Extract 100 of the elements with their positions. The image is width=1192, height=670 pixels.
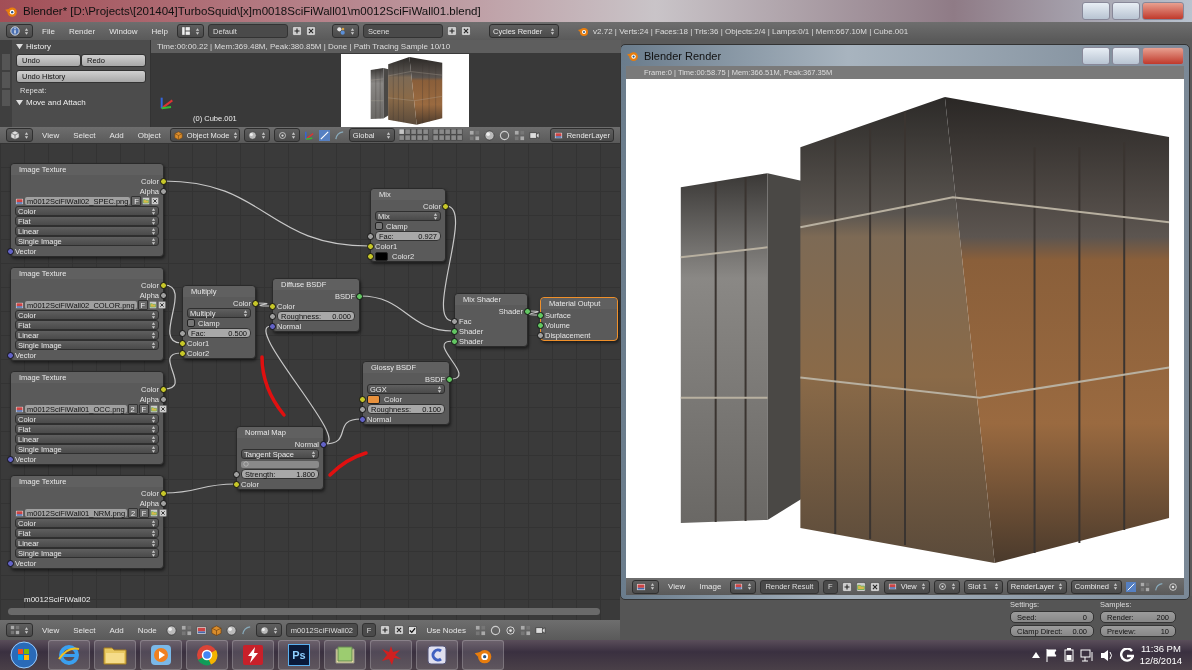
flag-icon[interactable] [1045, 648, 1058, 662]
network-icon[interactable] [1079, 648, 1094, 662]
editor-type-dropdown[interactable] [632, 579, 659, 594]
color-swatch[interactable] [375, 251, 388, 261]
pivot-icon[interactable] [1168, 581, 1178, 592]
app-icon[interactable] [426, 644, 448, 666]
add-icon[interactable] [447, 26, 458, 36]
curve-icon[interactable] [1154, 581, 1164, 592]
expand-triangle-icon[interactable] [16, 43, 23, 50]
menu-item[interactable]: Image [694, 582, 727, 591]
manipulator-icon[interactable] [1126, 581, 1136, 592]
image-browse-icon[interactable] [15, 300, 24, 310]
node-socket[interactable] [367, 232, 374, 240]
grid-icon[interactable] [519, 624, 531, 636]
folder-icon[interactable] [103, 645, 127, 665]
node-socket[interactable] [160, 281, 167, 289]
menu-item[interactable]: View [37, 625, 65, 635]
editor-type-dropdown[interactable] [6, 24, 33, 38]
menu-item[interactable]: Render [63, 26, 101, 36]
menu-item[interactable]: File [37, 26, 60, 36]
menu-item[interactable]: Select [68, 130, 101, 140]
folder-icon[interactable] [855, 581, 866, 592]
panel-title[interactable]: Move and Attach [26, 98, 86, 107]
chrome-browser-icon[interactable] [196, 644, 218, 666]
checkbox[interactable] [408, 625, 418, 635]
sphere-icon[interactable] [225, 624, 237, 636]
circle-icon[interactable] [498, 129, 510, 141]
close-icon[interactable] [158, 405, 167, 413]
node-socket[interactable] [367, 242, 374, 250]
node-socket[interactable] [359, 395, 366, 403]
menu-item[interactable]: Node [132, 625, 162, 635]
node-socket[interactable] [320, 440, 327, 448]
material-browse-dropdown[interactable] [255, 623, 282, 637]
add-icon[interactable] [292, 26, 303, 36]
node-socket[interactable] [160, 385, 167, 393]
node-socket[interactable] [7, 247, 14, 255]
image-browse-dropdown[interactable] [730, 579, 757, 594]
node-socket[interactable] [359, 415, 366, 423]
node-socket[interactable] [233, 480, 240, 488]
node-socket[interactable] [233, 470, 240, 478]
scrollbar[interactable] [8, 608, 600, 615]
show-hidden-icons-icon[interactable] [1031, 652, 1040, 658]
node-socket[interactable] [160, 177, 167, 185]
pivot-dropdown[interactable] [933, 579, 960, 594]
node-socket[interactable] [269, 322, 276, 330]
add-icon[interactable] [841, 581, 852, 592]
close-icon[interactable] [159, 509, 168, 517]
close-icon[interactable] [869, 581, 880, 592]
menu-item[interactable]: Select [68, 625, 101, 635]
node-socket[interactable] [160, 499, 167, 507]
node-socket[interactable] [7, 559, 14, 567]
pivot-dropdown[interactable] [273, 128, 300, 142]
menu-item[interactable]: Add [104, 130, 129, 140]
node-socket[interactable] [269, 302, 276, 310]
image-browse-icon[interactable] [15, 196, 24, 206]
photoshop-icon[interactable]: Ps [288, 644, 310, 666]
node-socket[interactable] [269, 312, 276, 320]
uv-map-field[interactable] [241, 460, 319, 468]
image-browse-icon[interactable] [15, 508, 24, 518]
node-socket[interactable] [446, 375, 453, 383]
play-icon[interactable] [150, 644, 172, 666]
browser-icon[interactable] [58, 644, 80, 666]
image-browse-icon[interactable] [15, 404, 24, 414]
checkbox[interactable] [187, 319, 195, 327]
node-socket[interactable] [356, 292, 363, 300]
menu-item[interactable]: Object [132, 130, 166, 140]
layer-buttons-drawing[interactable] [398, 129, 465, 141]
manipulator-icon[interactable] [318, 129, 330, 141]
color-swatch[interactable] [367, 394, 380, 404]
node-socket[interactable] [359, 405, 366, 413]
circle-icon[interactable] [489, 624, 501, 636]
menu-item[interactable]: Help [146, 26, 174, 36]
node-socket[interactable] [537, 311, 544, 319]
node-socket[interactable] [179, 339, 186, 347]
menu-item[interactable]: Add [104, 625, 129, 635]
node-socket[interactable] [7, 455, 14, 463]
lightning-icon[interactable] [242, 644, 264, 666]
close-icon[interactable] [157, 301, 166, 309]
folder-icon[interactable] [149, 405, 158, 413]
grid-icon[interactable] [180, 624, 192, 636]
node-socket[interactable] [7, 351, 14, 359]
curve-icon[interactable] [333, 129, 345, 141]
image-icon[interactable] [195, 624, 207, 636]
maximize-button[interactable] [1112, 46, 1140, 65]
node-socket[interactable] [451, 327, 458, 335]
pivot-icon[interactable] [504, 624, 516, 636]
node-socket[interactable] [179, 349, 186, 357]
notes-icon[interactable] [334, 645, 356, 665]
node-socket[interactable] [160, 187, 167, 195]
node-socket[interactable] [451, 317, 458, 325]
minimize-button[interactable] [1082, 2, 1110, 20]
grid-icon[interactable] [474, 624, 486, 636]
layout-dropdown[interactable] [177, 24, 205, 38]
node-socket[interactable] [442, 202, 449, 210]
add-icon[interactable] [380, 625, 391, 635]
sphere-icon[interactable] [483, 129, 495, 141]
maximize-button[interactable] [1112, 2, 1140, 20]
start-button[interactable] [10, 641, 38, 669]
grid-icon[interactable] [513, 129, 525, 141]
sphere-icon[interactable] [165, 624, 177, 636]
